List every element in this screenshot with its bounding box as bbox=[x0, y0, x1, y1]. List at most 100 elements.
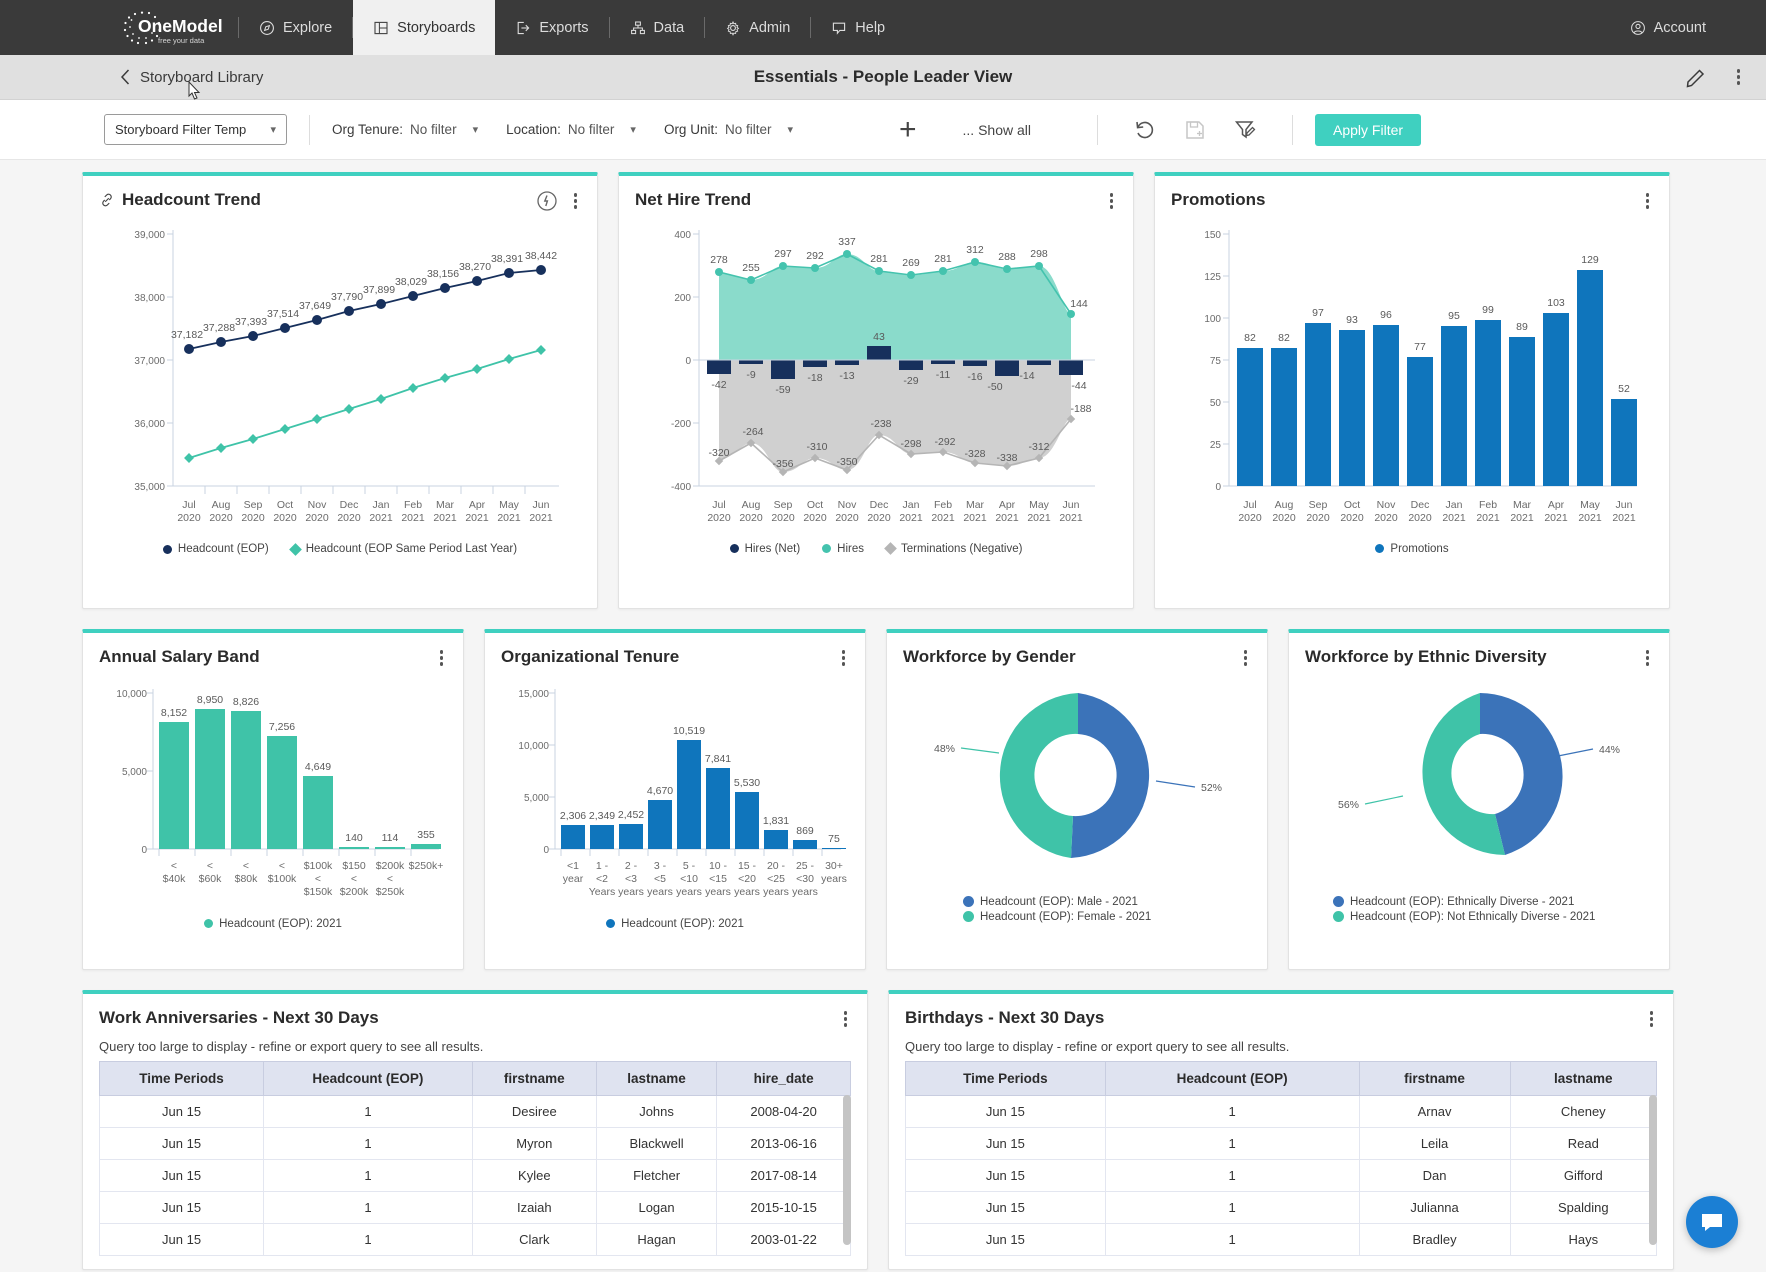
logo-mark-icon: OneModel free your data bbox=[118, 8, 222, 48]
table-column-header[interactable]: lastname bbox=[1510, 1061, 1656, 1095]
svg-text:-16: -16 bbox=[967, 371, 982, 383]
apply-filter-button[interactable]: Apply Filter bbox=[1315, 114, 1421, 146]
card-menu-button[interactable] bbox=[436, 647, 448, 669]
svg-text:2021: 2021 bbox=[1476, 512, 1500, 524]
nav-item-admin[interactable]: Admin bbox=[705, 0, 810, 55]
svg-text:2,349: 2,349 bbox=[589, 810, 615, 822]
svg-text:10,000: 10,000 bbox=[518, 741, 549, 752]
svg-text:Years: Years bbox=[589, 886, 615, 898]
onemodel-logo[interactable]: OneModel free your data bbox=[0, 0, 238, 55]
card-menu-button[interactable] bbox=[838, 647, 850, 669]
title-text: Headcount Trend bbox=[122, 190, 261, 210]
table-column-header[interactable]: firstname bbox=[472, 1061, 596, 1095]
legend-item[interactable]: Headcount (EOP) bbox=[163, 543, 269, 555]
nav-item-account[interactable]: Account bbox=[1610, 20, 1726, 36]
edit-pencil-icon[interactable] bbox=[1685, 66, 1707, 88]
chat-support-button[interactable] bbox=[1686, 1196, 1738, 1248]
insight-bulb-icon[interactable] bbox=[536, 190, 558, 212]
nav-item-explore[interactable]: Explore bbox=[239, 0, 352, 55]
edit-filter-icon[interactable] bbox=[1234, 119, 1256, 141]
card-title-workforce-by-gender: Workforce by Gender bbox=[903, 647, 1076, 667]
svg-text:years: years bbox=[763, 886, 789, 898]
filter-location[interactable]: Location: No filter ▾ bbox=[506, 122, 636, 137]
svg-text:37,288: 37,288 bbox=[203, 322, 235, 334]
card-menu-button[interactable] bbox=[1240, 647, 1252, 669]
table-row: Jun 151JuliannaSpalding bbox=[906, 1191, 1657, 1223]
svg-text:2020: 2020 bbox=[1340, 512, 1364, 524]
legend-item[interactable]: Headcount (EOP): 2021 bbox=[204, 918, 342, 930]
toolbar-divider bbox=[1097, 115, 1098, 145]
svg-text:2020: 2020 bbox=[337, 512, 361, 524]
svg-text:-14: -14 bbox=[1019, 370, 1034, 382]
legend-item[interactable]: Hires bbox=[822, 543, 864, 555]
table-cell: 1 bbox=[264, 1223, 473, 1255]
svg-text:<1: <1 bbox=[567, 860, 579, 872]
card-menu-button[interactable] bbox=[1646, 1008, 1658, 1030]
reset-filter-icon[interactable] bbox=[1134, 119, 1156, 141]
nav-item-storyboards[interactable]: Storyboards bbox=[353, 0, 495, 55]
table-scrollbar[interactable] bbox=[1649, 1095, 1657, 1245]
card-menu-button[interactable] bbox=[570, 190, 582, 212]
card-workforce-by-ethnic-diversity: Workforce by Ethnic Diversity 56% 44% He… bbox=[1288, 629, 1670, 970]
table-birthdays: Time PeriodsHeadcount (EOP)firstnamelast… bbox=[905, 1061, 1657, 1256]
legend-item[interactable]: Terminations (Negative) bbox=[886, 543, 1022, 555]
legend-item[interactable]: Headcount (EOP): Not Ethnically Diverse … bbox=[1333, 911, 1595, 923]
svg-text:8,826: 8,826 bbox=[233, 696, 259, 708]
svg-text:36,000: 36,000 bbox=[134, 419, 165, 430]
card-menu-button[interactable] bbox=[1106, 190, 1118, 212]
table-cell: Jun 15 bbox=[100, 1159, 264, 1191]
legend-net-hire-trend: Hires (Net) Hires Terminations (Negative… bbox=[635, 543, 1117, 555]
show-all-filters-button[interactable]: ... Show all bbox=[963, 122, 1031, 138]
table-scrollbar[interactable] bbox=[843, 1095, 851, 1245]
table-column-header[interactable]: Time Periods bbox=[100, 1061, 264, 1095]
legend-label: Headcount (EOP): 2021 bbox=[621, 918, 744, 930]
card-menu-button[interactable] bbox=[840, 1008, 852, 1030]
nav-item-exports[interactable]: Exports bbox=[495, 0, 608, 55]
svg-text:2021: 2021 bbox=[931, 512, 955, 524]
add-filter-button[interactable]: + bbox=[899, 115, 917, 145]
table-column-header[interactable]: firstname bbox=[1359, 1061, 1510, 1095]
nav-item-help[interactable]: Help bbox=[811, 0, 905, 55]
nav-item-data[interactable]: Data bbox=[610, 0, 705, 55]
svg-text:<: < bbox=[315, 873, 321, 885]
svg-text:2020: 2020 bbox=[867, 512, 891, 524]
table-column-header[interactable]: lastname bbox=[596, 1061, 716, 1095]
table-row: Jun 151DanGifford bbox=[906, 1159, 1657, 1191]
legend-item[interactable]: Headcount (EOP): Male - 2021 bbox=[963, 896, 1138, 908]
legend-item[interactable]: Headcount (EOP Same Period Last Year) bbox=[291, 543, 517, 555]
card-menu-button[interactable] bbox=[1642, 647, 1654, 669]
table-cell: Johns bbox=[596, 1095, 716, 1127]
storyboard-filter-template-select[interactable]: Storyboard Filter Temp ▾ bbox=[104, 114, 287, 145]
legend-item[interactable]: Promotions bbox=[1375, 543, 1448, 555]
svg-text:$250k+: $250k+ bbox=[409, 860, 444, 872]
save-filter-icon[interactable] bbox=[1184, 119, 1206, 141]
svg-text:38,156: 38,156 bbox=[427, 268, 459, 280]
legend-item[interactable]: Headcount (EOP): Ethnically Diverse - 20… bbox=[1333, 896, 1574, 908]
table-cell: Bradley bbox=[1359, 1223, 1510, 1255]
table-cell: Jun 15 bbox=[906, 1127, 1106, 1159]
legend-item[interactable]: Headcount (EOP): 2021 bbox=[606, 918, 744, 930]
nav-label-storyboards: Storyboards bbox=[397, 20, 475, 36]
svg-text:15,000: 15,000 bbox=[518, 689, 549, 700]
legend-item[interactable]: Headcount (EOP): Female - 2021 bbox=[963, 911, 1151, 923]
svg-text:2020: 2020 bbox=[835, 512, 859, 524]
table-column-header[interactable]: Headcount (EOP) bbox=[264, 1061, 473, 1095]
legend-item[interactable]: Hires (Net) bbox=[730, 543, 801, 555]
filter-org-tenure[interactable]: Org Tenure: No filter ▾ bbox=[332, 122, 478, 137]
card-title-annual-salary-band: Annual Salary Band bbox=[99, 647, 260, 667]
table-column-header[interactable]: Headcount (EOP) bbox=[1105, 1061, 1359, 1095]
storyboard-menu-button[interactable] bbox=[1733, 66, 1745, 88]
card-menu-button[interactable] bbox=[1642, 190, 1654, 212]
table-column-header[interactable]: Time Periods bbox=[906, 1061, 1106, 1095]
filter-toolbar: Storyboard Filter Temp ▾ Org Tenure: No … bbox=[0, 100, 1766, 160]
svg-text:15 -: 15 - bbox=[738, 860, 757, 872]
table-column-header[interactable]: hire_date bbox=[717, 1061, 851, 1095]
svg-text:4,649: 4,649 bbox=[305, 761, 331, 773]
svg-text:May: May bbox=[1580, 499, 1601, 511]
svg-text:52: 52 bbox=[1618, 383, 1630, 395]
svg-text:2020: 2020 bbox=[1238, 512, 1262, 524]
filter-org-unit[interactable]: Org Unit: No filter ▾ bbox=[664, 122, 793, 137]
svg-text:<25: <25 bbox=[767, 873, 785, 885]
chart-promotions: 150125100 7550250 bbox=[1171, 216, 1655, 536]
chevron-down-icon: ▾ bbox=[270, 123, 276, 136]
